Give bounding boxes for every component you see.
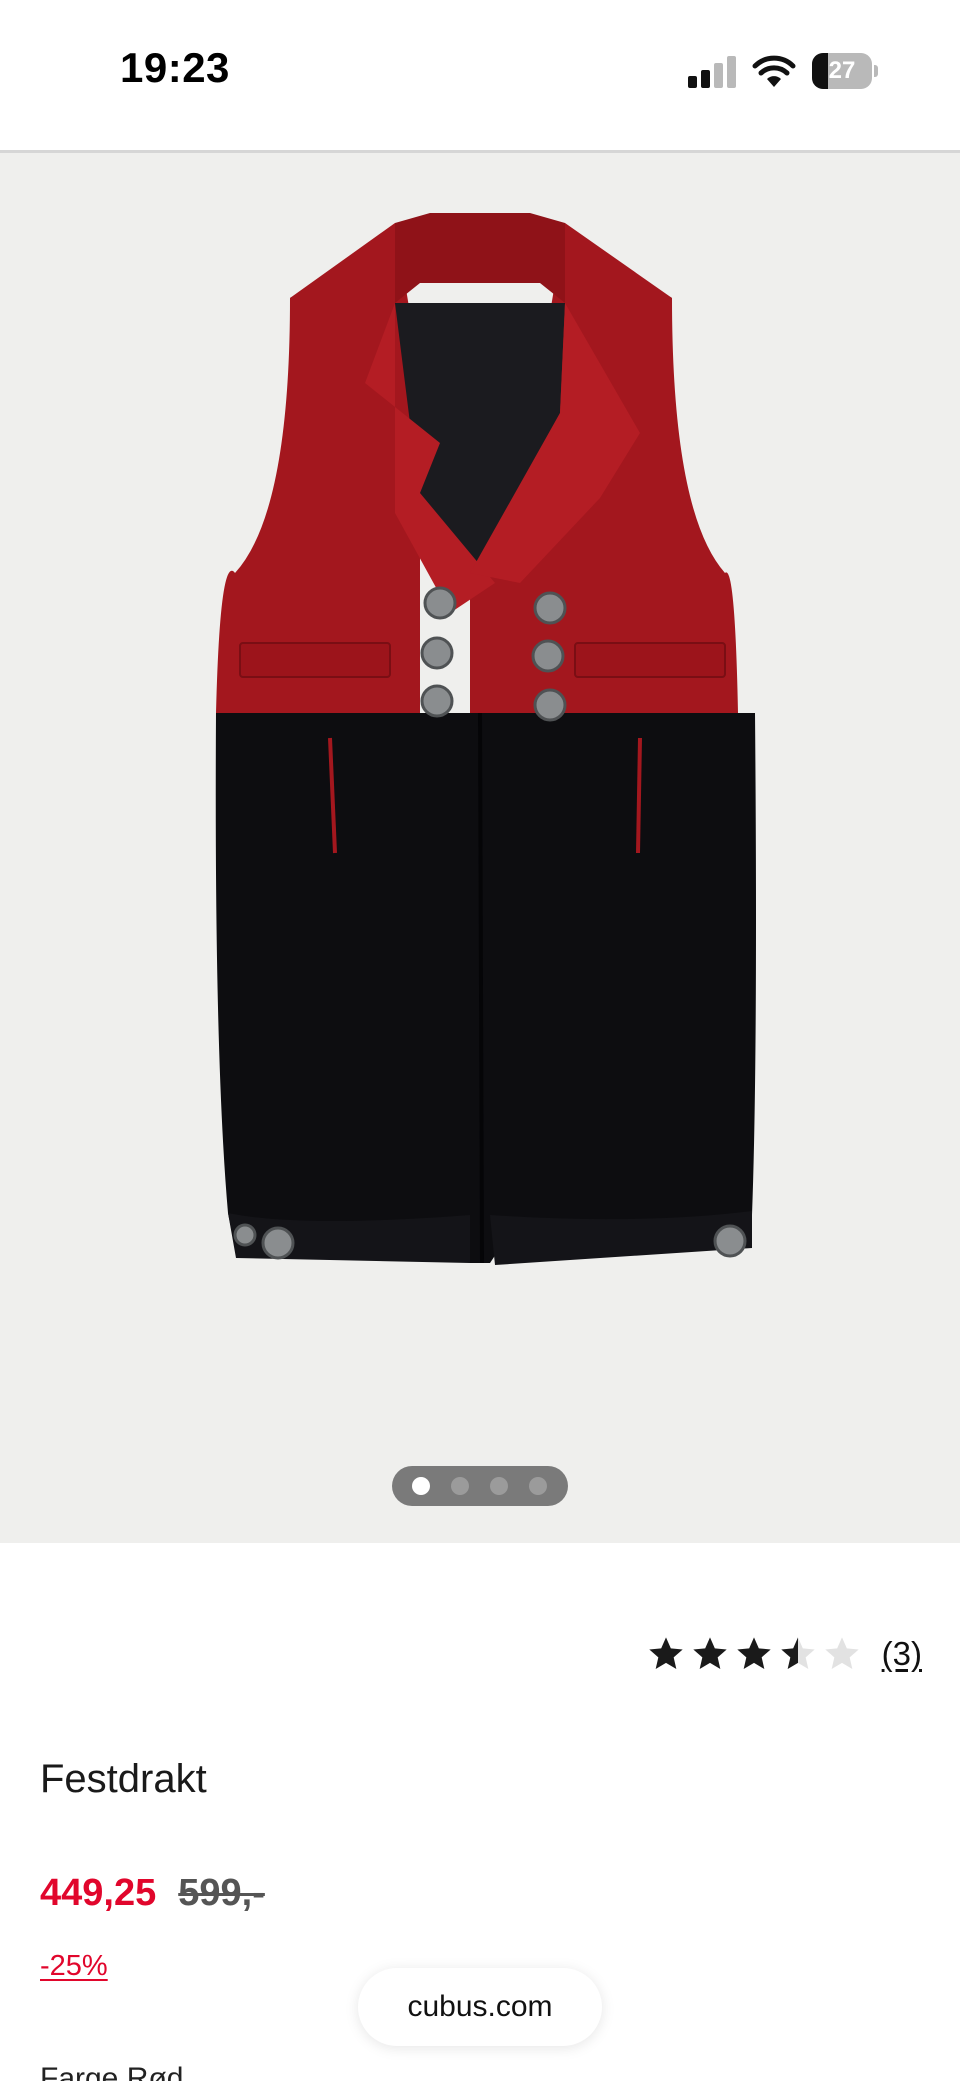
product-image[interactable] [0,153,960,1543]
star-full-icon [692,1637,727,1669]
cellular-signal-icon [688,56,736,88]
star-full-icon [736,1637,771,1669]
status-time: 19:23 [120,44,230,91]
price-current: 449,25 [40,1872,157,1914]
battery-level: 27 [828,57,856,84]
gallery-dot-1[interactable] [412,1477,430,1495]
gallery-dot-2[interactable] [451,1477,469,1495]
status-bar: 19:23 27 [0,0,960,140]
battery-icon: 27 [812,53,878,89]
product-title: Festdrakt [40,1757,207,1801]
color-label: Farge Rød [40,2062,184,2081]
gallery-dot-3[interactable] [490,1477,508,1495]
rating-count-link[interactable]: (3) [882,1635,922,1673]
browser-url-bar[interactable]: cubus.com [358,1968,602,2046]
gallery-dot-4[interactable] [529,1477,547,1495]
price-original: 599,- [178,1872,265,1914]
product-gallery[interactable] [0,153,960,1543]
star-full-icon [648,1637,683,1669]
wifi-icon [752,55,796,87]
star-empty-icon [824,1637,859,1669]
star-half-icon [780,1637,815,1669]
product-rating[interactable]: (3) [646,1632,922,1676]
price-row: 449,25 599,- [40,1872,265,1915]
discount-link[interactable]: -25% [40,1950,108,1983]
gallery-pagination[interactable] [392,1466,568,1506]
